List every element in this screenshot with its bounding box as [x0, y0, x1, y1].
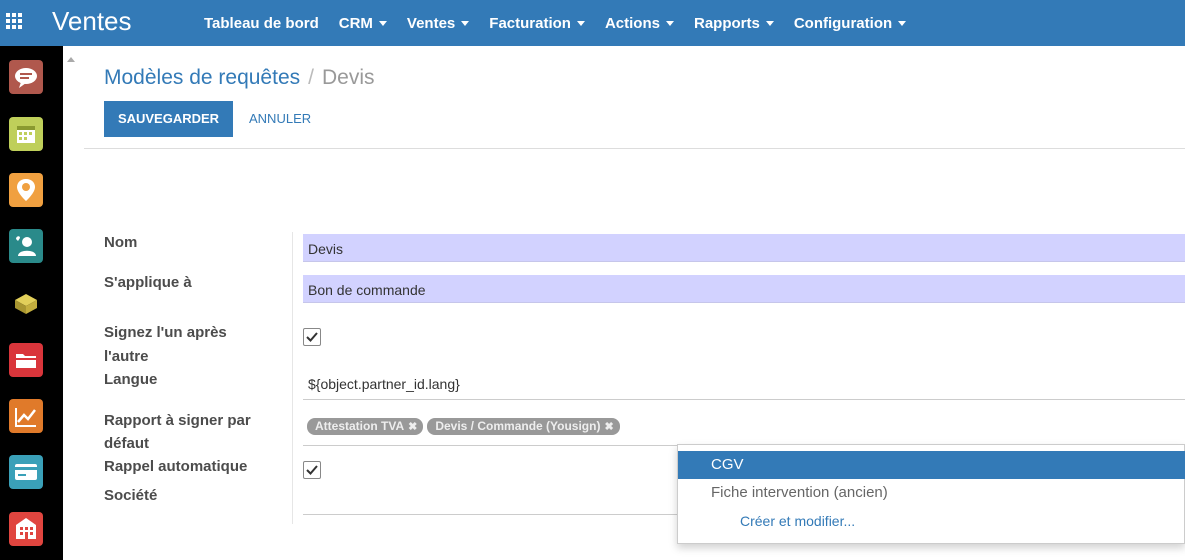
rapport-label-line2: défaut	[104, 435, 149, 452]
breadcrumb-parent-link[interactable]: Modèles de requêtes	[104, 66, 300, 89]
main-menu: Tableau de bord CRM Ventes Facturation A…	[194, 0, 916, 46]
save-button[interactable]: SAUVEGARDER	[104, 101, 233, 137]
menu-tableau-de-bord[interactable]: Tableau de bord	[194, 15, 329, 32]
checkmark-icon	[306, 465, 318, 475]
signez-checkbox[interactable]	[303, 328, 321, 346]
sidebar-app-reporting[interactable]	[9, 399, 43, 433]
rappel-checkbox[interactable]	[303, 461, 321, 479]
rapport-underline	[303, 445, 677, 446]
app-title: Ventes	[52, 6, 132, 36]
breadcrumb-current: Devis	[321, 66, 375, 89]
langue-label: Langue	[104, 371, 158, 388]
app-sidebar	[0, 46, 63, 560]
caret-down-icon	[576, 21, 585, 27]
rapport-tag[interactable]: Devis / Commande (Yousign) ✖	[427, 418, 620, 435]
form-column-divider	[292, 232, 293, 524]
tag-remove-icon[interactable]: ✖	[604, 421, 613, 433]
toolbar-divider	[84, 148, 1185, 149]
caret-down-icon	[461, 21, 470, 27]
map-pin-icon	[9, 173, 43, 207]
chart-icon	[9, 399, 43, 433]
sidebar-app-contacts[interactable]	[9, 229, 43, 263]
caret-down-icon	[765, 21, 774, 27]
signez-label-line2: l'autre	[104, 348, 149, 365]
calendar-icon	[9, 117, 43, 151]
dropdown-create-and-edit[interactable]: Créer et modifier...	[678, 508, 1185, 536]
sidebar-app-calendar[interactable]	[9, 117, 43, 151]
applique-select[interactable]: Bon de commande	[303, 275, 1185, 303]
menu-facturation[interactable]: Facturation	[479, 15, 595, 32]
card-icon	[9, 455, 43, 489]
rapport-tag[interactable]: Attestation TVA ✖	[307, 418, 424, 435]
building-icon	[9, 512, 43, 546]
applique-label: S'applique à	[104, 274, 192, 291]
contacts-icon	[9, 229, 43, 263]
menu-crm[interactable]: CRM	[329, 15, 397, 32]
checkmark-icon	[306, 332, 318, 342]
langue-underline	[303, 399, 1185, 400]
rapport-label-line1: Rapport à signer par	[104, 412, 251, 429]
menu-actions[interactable]: Actions	[595, 15, 684, 32]
apps-grid-icon[interactable]	[6, 13, 24, 31]
discuss-icon	[9, 60, 43, 94]
sidebar-app-company[interactable]	[9, 512, 43, 546]
rappel-label: Rappel automatique	[104, 458, 248, 475]
societe-underline	[303, 514, 677, 515]
menu-ventes[interactable]: Ventes	[397, 15, 479, 32]
folder-icon	[9, 343, 43, 377]
langue-input[interactable]: ${object.partner_id.lang}	[303, 376, 1185, 392]
breadcrumb-separator: /	[308, 66, 314, 89]
top-navbar: Ventes Tableau de bord CRM Ventes Factur…	[0, 0, 1185, 46]
sidebar-app-map[interactable]	[9, 173, 43, 207]
societe-label: Société	[104, 487, 158, 504]
breadcrumb: Modèles de requêtes / Devis	[104, 66, 375, 90]
nom-label: Nom	[104, 234, 138, 251]
sidebar-app-discuss[interactable]	[9, 60, 43, 94]
caret-down-icon	[898, 21, 907, 27]
sidebar-app-inventory[interactable]	[9, 286, 43, 320]
nom-input[interactable]: Devis	[303, 234, 1185, 262]
box-icon	[15, 294, 37, 314]
dropdown-option-fiche-intervention[interactable]: Fiche intervention (ancien)	[678, 479, 1185, 507]
signez-label-line1: Signez l'un après	[104, 324, 227, 341]
sidebar-app-payments[interactable]	[9, 455, 43, 489]
autocomplete-dropdown: CGV Fiche intervention (ancien) Créer et…	[677, 444, 1185, 544]
tag-remove-icon[interactable]: ✖	[408, 421, 417, 433]
cancel-button[interactable]: ANNULER	[249, 111, 311, 126]
dropdown-option-cgv[interactable]: CGV	[678, 451, 1185, 479]
caret-down-icon	[378, 21, 387, 27]
menu-configuration[interactable]: Configuration	[784, 15, 916, 32]
rapport-tags[interactable]: Attestation TVA ✖ Devis / Commande (Yousi…	[307, 418, 620, 435]
sidebar-app-documents[interactable]	[9, 343, 43, 377]
caret-down-icon	[665, 21, 674, 27]
menu-rapports[interactable]: Rapports	[684, 15, 784, 32]
scroll-up-arrow-icon[interactable]	[67, 57, 75, 62]
